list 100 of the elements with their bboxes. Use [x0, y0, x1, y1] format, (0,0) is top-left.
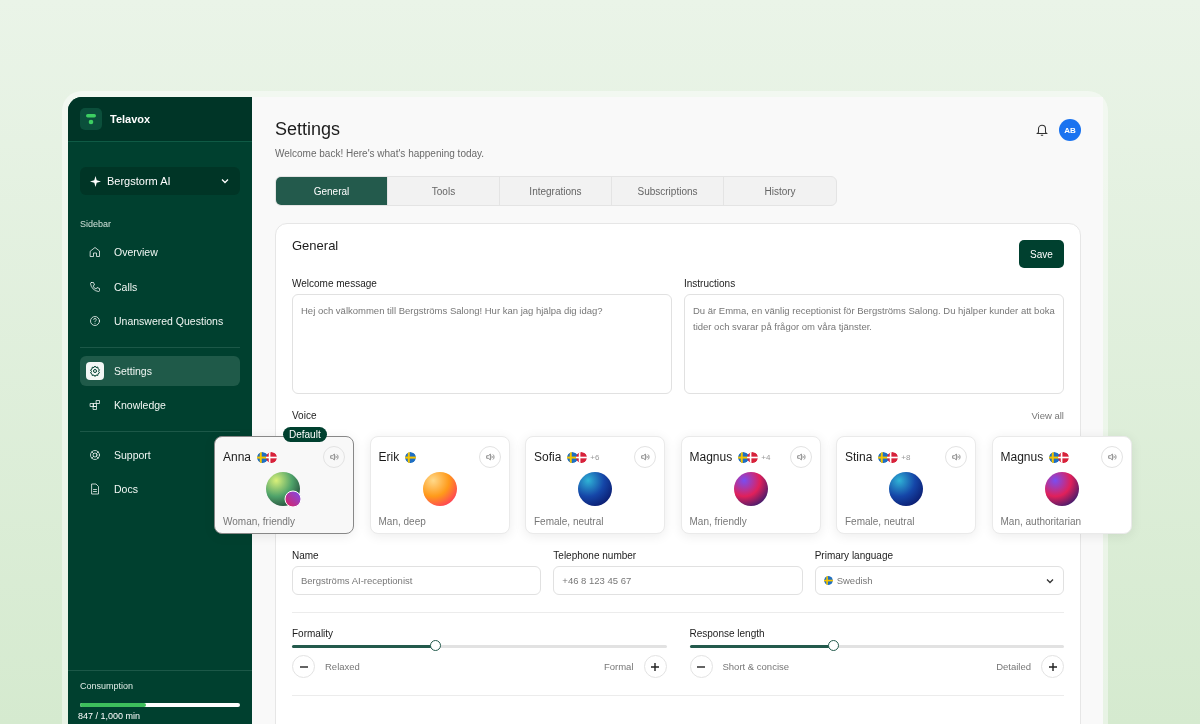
field-label: Instructions — [684, 278, 736, 289]
brand-name: Telavox — [110, 113, 151, 125]
voice-card[interactable]: Magnus +4 Man, friendly — [680, 436, 821, 534]
voice-card[interactable]: Sofia +6 Female, neutral — [525, 436, 665, 534]
voice-card[interactable]: Magnus Man, authoritarian — [991, 436, 1132, 534]
sidebar-item[interactable]: Docs — [80, 474, 144, 504]
logo-icon — [80, 108, 102, 130]
section-title: General — [292, 238, 339, 255]
speaker-icon — [484, 452, 495, 462]
tab[interactable]: Tools — [388, 177, 500, 205]
flag-icon — [1058, 451, 1070, 463]
language-count: +6 — [590, 452, 600, 462]
increase-button[interactable] — [1041, 655, 1064, 678]
plus-icon — [650, 661, 660, 672]
bell-icon — [1035, 123, 1049, 137]
page-subtitle: Welcome back! Here's what's happening today. — [275, 148, 485, 159]
slider-label: Response length — [689, 628, 765, 639]
voice-description: Female, neutral — [845, 516, 916, 527]
flag-icon — [747, 451, 759, 463]
tab[interactable]: History — [724, 177, 836, 205]
language-count: +4 — [761, 452, 771, 462]
usage-reading: 847 / 1,000 min — [78, 711, 142, 721]
voice-description: Woman, friendly — [223, 516, 297, 527]
slider-max-label: Detailed — [996, 661, 1031, 672]
gradient-orb-icon — [1043, 471, 1080, 507]
decrease-button[interactable] — [689, 655, 713, 678]
slider-min-label: Short & concise — [722, 661, 790, 672]
text-area[interactable]: Hej och välkommen till Bergströms Salong! Hur kan jag hjälpa dig idag? — [292, 294, 672, 394]
settings-icon — [89, 364, 101, 377]
help-icon — [89, 315, 101, 327]
consumption-label: Consumption — [80, 681, 135, 691]
chevron-down-icon — [220, 176, 230, 186]
document-icon — [89, 483, 101, 495]
voice-description: Man, deep — [378, 516, 427, 527]
slider-max-label: Formal — [603, 661, 634, 672]
sidebar-item[interactable]: Calls — [80, 271, 144, 302]
sidebar-item[interactable]: Knowledge — [80, 390, 172, 420]
gradient-orb-icon — [421, 471, 458, 507]
view-all-link[interactable]: View all — [1031, 410, 1064, 426]
flag-icon — [567, 451, 579, 463]
tab[interactable]: General — [276, 177, 388, 205]
speaker-icon — [329, 452, 339, 462]
speaker-icon — [795, 452, 806, 462]
plus-icon — [1047, 661, 1058, 672]
page-title: Settings — [275, 119, 342, 140]
slider-thumb[interactable] — [430, 640, 442, 651]
flag-icon — [405, 451, 417, 463]
tab[interactable]: Integrations — [500, 177, 612, 205]
voice-card[interactable]: Stina +8 Female, neutral — [836, 436, 976, 534]
voice-description: Man, authoritarian — [1000, 516, 1083, 527]
increase-button[interactable] — [643, 655, 667, 678]
save-button[interactable]: Save — [1019, 240, 1064, 268]
field-label: Voice — [292, 410, 317, 421]
language-count: +8 — [901, 452, 911, 462]
sidebar-item[interactable]: Settings — [80, 355, 240, 386]
voice-name: Anna — [223, 450, 252, 464]
gradient-orb-icon — [577, 471, 613, 507]
voice-card[interactable]: Erik Man, deep — [369, 436, 510, 534]
default-badge: Default — [283, 427, 327, 442]
flag-icon — [1049, 451, 1061, 463]
lifebuoy-icon — [89, 448, 101, 461]
field-label: Welcome message — [292, 278, 377, 289]
flag-icon — [257, 451, 269, 463]
tab[interactable]: Subscriptions — [612, 177, 724, 205]
language-select[interactable]: Swedish — [814, 566, 1064, 595]
text-area[interactable]: Du är Emma, en vänlig receptionist för Bergströms Salong. Du hjälper kunder att boka tider och svarar på frågor om våra tjänster. — [684, 294, 1064, 394]
gradient-orb-icon — [888, 471, 924, 507]
voice-name: Magnus — [1000, 450, 1044, 464]
field-label: Name — [292, 550, 319, 561]
section-heading: Sidebar — [80, 219, 113, 229]
sidebar-item[interactable]: Overview — [80, 237, 164, 267]
sidebar-item[interactable]: Support — [80, 439, 157, 470]
flag-icon — [576, 451, 588, 463]
voice-description: Man, friendly — [689, 516, 748, 527]
gradient-orb-icon — [732, 471, 769, 507]
gradient-orb-icon — [265, 471, 303, 507]
voice-name: Sofia — [534, 450, 562, 464]
field-label: Primary language — [814, 550, 894, 561]
user-avatar[interactable]: AB — [1059, 119, 1081, 141]
speaker-icon — [640, 452, 650, 462]
slider-thumb[interactable] — [827, 640, 839, 651]
flag-icon — [823, 576, 833, 585]
flag-icon — [878, 451, 890, 463]
text-field[interactable]: Bergströms AI-receptionist — [292, 566, 542, 595]
slider-min-label: Relaxed — [325, 661, 360, 672]
flag-icon — [266, 451, 278, 463]
blocks-icon — [89, 399, 101, 411]
flag-icon — [887, 451, 899, 463]
workspace-dropdown[interactable]: Bergstorm AI — [80, 167, 240, 195]
decrease-button[interactable] — [292, 655, 315, 678]
text-field[interactable]: +46 8 123 45 67 — [553, 566, 803, 595]
field-label: Telephone number — [553, 550, 637, 561]
speaker-icon — [1106, 452, 1117, 462]
speaker-icon — [951, 452, 961, 462]
flag-icon — [738, 451, 750, 463]
sidebar-item[interactable]: Unanswered Questions — [80, 306, 230, 336]
slider-label: Formality — [292, 628, 334, 639]
phone-icon — [89, 280, 101, 293]
voice-name: Stina — [845, 450, 873, 464]
voice-name: Magnus — [689, 450, 733, 464]
